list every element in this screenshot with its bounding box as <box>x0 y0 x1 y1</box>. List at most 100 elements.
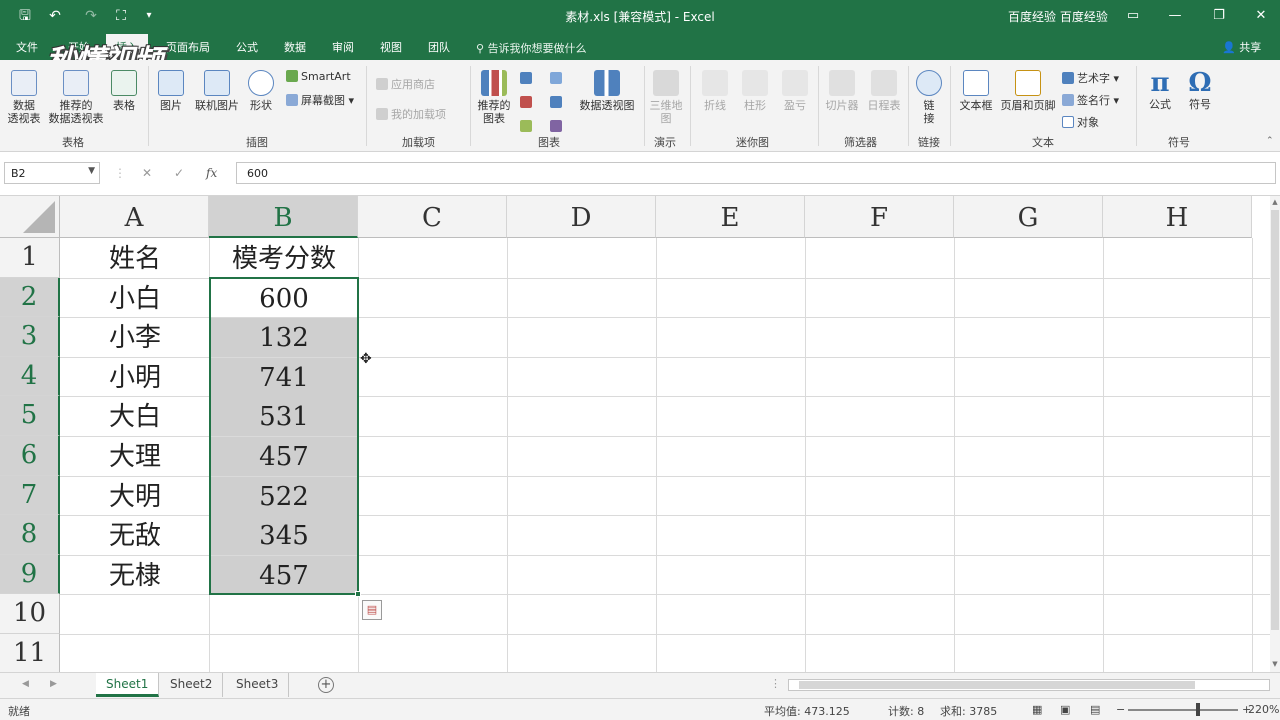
shapes-button[interactable]: 形状 <box>246 70 276 112</box>
column-chart-icon[interactable] <box>520 72 532 84</box>
column-header-e[interactable]: E <box>656 196 805 238</box>
next-sheet-icon[interactable]: ▶ <box>50 679 57 689</box>
vertical-scroll-thumb[interactable] <box>1271 210 1279 630</box>
sheet-tab-sheet2[interactable]: Sheet2 <box>160 673 224 697</box>
app-store-button[interactable]: 应用商店 <box>376 76 435 92</box>
row-header-3[interactable]: 3 <box>0 317 60 357</box>
row-header-4[interactable]: 4 <box>0 356 60 397</box>
zoom-level[interactable]: 220% <box>1248 703 1279 716</box>
user-name[interactable]: 百度经验 百度经验 <box>1008 8 1108 25</box>
column-header-b[interactable]: B <box>209 196 358 238</box>
sheet-tab-sheet3[interactable]: Sheet3 <box>226 673 290 697</box>
tab-page-layout[interactable]: 页面布局 <box>166 39 210 55</box>
table-button[interactable]: 表格 <box>108 70 140 112</box>
name-box[interactable]: B2 ▼ <box>4 162 100 184</box>
cell-a8[interactable]: 无敌 <box>61 516 209 555</box>
tab-split-handle[interactable]: ⋮ <box>770 677 781 690</box>
recommended-pivot-button[interactable]: 推荐的 数据透视表 <box>44 70 108 125</box>
cell-a4[interactable]: 小明 <box>61 358 209 397</box>
smartart-button[interactable]: SmartArt <box>286 70 351 83</box>
column-header-a[interactable]: A <box>60 196 209 238</box>
insert-function-icon[interactable]: fx <box>206 166 217 180</box>
zoom-slider[interactable] <box>1128 709 1238 711</box>
tell-me-search[interactable]: ⚲ 告诉我你想要做什么 <box>476 40 587 56</box>
row-header-10[interactable]: 10 <box>0 594 60 634</box>
pie-chart-icon[interactable] <box>520 120 532 132</box>
restore-icon[interactable]: ❐ <box>1204 4 1234 28</box>
scroll-down-icon[interactable]: ▼ <box>1270 660 1280 668</box>
cell-a2[interactable]: 小白 <box>61 279 209 318</box>
cell-a5[interactable]: 大白 <box>61 397 209 436</box>
column-header-d[interactable]: D <box>507 196 656 238</box>
tab-file[interactable]: 文件 <box>16 39 38 55</box>
object-button[interactable]: 对象 <box>1062 114 1099 130</box>
row-header-1[interactable]: 1 <box>0 238 60 278</box>
sheet-tab-sheet1[interactable]: Sheet1 <box>96 673 160 697</box>
hierarchy-chart-icon[interactable] <box>520 96 532 108</box>
sparkline-winloss-button[interactable]: 盈亏 <box>778 70 812 112</box>
signature-line-button[interactable]: 签名行 ▾ <box>1062 92 1119 108</box>
online-pictures-button[interactable]: 联机图片 <box>192 70 242 112</box>
statistic-chart-icon[interactable] <box>550 96 562 108</box>
zoom-out-button[interactable]: − <box>1116 703 1125 716</box>
row-header-9[interactable]: 9 <box>0 554 60 595</box>
row-header-7[interactable]: 7 <box>0 475 60 516</box>
zoom-slider-thumb[interactable] <box>1196 703 1200 716</box>
symbol-button[interactable]: Ω 符号 <box>1182 68 1218 111</box>
sparkline-line-button[interactable]: 折线 <box>698 70 732 112</box>
scroll-up-icon[interactable]: ▲ <box>1270 198 1280 206</box>
pictures-button[interactable]: 图片 <box>156 70 186 112</box>
page-break-view-icon[interactable]: ▤ <box>1090 703 1100 716</box>
formula-input[interactable]: 600 <box>236 162 1276 184</box>
enter-icon[interactable]: ✓ <box>174 166 184 180</box>
line-chart-icon[interactable] <box>550 72 562 84</box>
cell-a3[interactable]: 小李 <box>61 318 209 357</box>
textbox-button[interactable]: 文本框 <box>956 70 996 112</box>
tab-team[interactable]: 团队 <box>428 39 450 55</box>
header-footer-button[interactable]: 页眉和页脚 <box>998 70 1058 112</box>
prev-sheet-icon[interactable]: ◀ <box>22 679 29 689</box>
slicer-button[interactable]: 切片器 <box>822 70 862 112</box>
column-header-c[interactable]: C <box>358 196 507 238</box>
equation-button[interactable]: π 公式 <box>1142 68 1178 111</box>
sparkline-column-button[interactable]: 柱形 <box>738 70 772 112</box>
tab-view[interactable]: 视图 <box>380 39 402 55</box>
share-button[interactable]: 👤 共享 <box>1222 39 1261 55</box>
collapse-ribbon-icon[interactable]: ⌃ <box>1266 136 1274 146</box>
recommended-charts-button[interactable]: 推荐的 图表 <box>476 70 512 125</box>
3d-map-button[interactable]: 三维地 图 <box>648 70 684 125</box>
scatter-chart-icon[interactable] <box>550 120 562 132</box>
pivot-chart-button[interactable]: 数据透视图 <box>578 70 636 112</box>
link-button[interactable]: 链 接 <box>912 70 946 125</box>
wordart-button[interactable]: 艺术字 ▾ <box>1062 70 1119 86</box>
column-header-f[interactable]: F <box>805 196 954 238</box>
column-header-h[interactable]: H <box>1103 196 1252 238</box>
row-header-6[interactable]: 6 <box>0 436 60 476</box>
horizontal-scroll-thumb[interactable] <box>799 681 1195 689</box>
my-addins-button[interactable]: 我的加载项 <box>376 106 446 122</box>
column-header-g[interactable]: G <box>954 196 1103 238</box>
minimize-icon[interactable]: — <box>1160 4 1190 28</box>
tab-data[interactable]: 数据 <box>284 39 306 55</box>
row-header-5[interactable]: 5 <box>0 396 60 436</box>
cell-b1[interactable]: 模考分数 <box>210 239 358 278</box>
row-header-8[interactable]: 8 <box>0 515 60 555</box>
quick-analysis-button[interactable]: ▤ <box>362 600 382 620</box>
ribbon-display-options-icon[interactable]: ▭ <box>1118 4 1148 28</box>
normal-view-icon[interactable]: ▦ <box>1032 703 1042 716</box>
close-icon[interactable]: ✕ <box>1246 4 1276 28</box>
vertical-scrollbar[interactable]: ▲ ▼ <box>1270 196 1280 672</box>
cell-a1[interactable]: 姓名 <box>61 239 209 278</box>
cancel-icon[interactable]: ✕ <box>142 166 152 180</box>
cell-a9[interactable]: 无棣 <box>61 556 209 595</box>
fill-handle[interactable] <box>355 591 361 597</box>
cell-a6[interactable]: 大理 <box>61 437 209 476</box>
cell-a7[interactable]: 大明 <box>61 477 209 516</box>
pivot-table-button[interactable]: 数据 透视表 <box>4 70 44 125</box>
tab-formulas[interactable]: 公式 <box>236 39 258 55</box>
page-layout-view-icon[interactable]: ▣ <box>1060 703 1070 716</box>
row-header-11[interactable]: 11 <box>0 634 60 672</box>
screenshot-button[interactable]: 屏幕截图 ▾ <box>286 92 354 108</box>
horizontal-scrollbar[interactable] <box>788 679 1270 691</box>
worksheet-grid[interactable]: ABCDEFGH 1 2 3 4 5 6 7 8 9 10 11 姓名 模考分数 小白 600 小李 132 小… <box>0 196 1270 672</box>
